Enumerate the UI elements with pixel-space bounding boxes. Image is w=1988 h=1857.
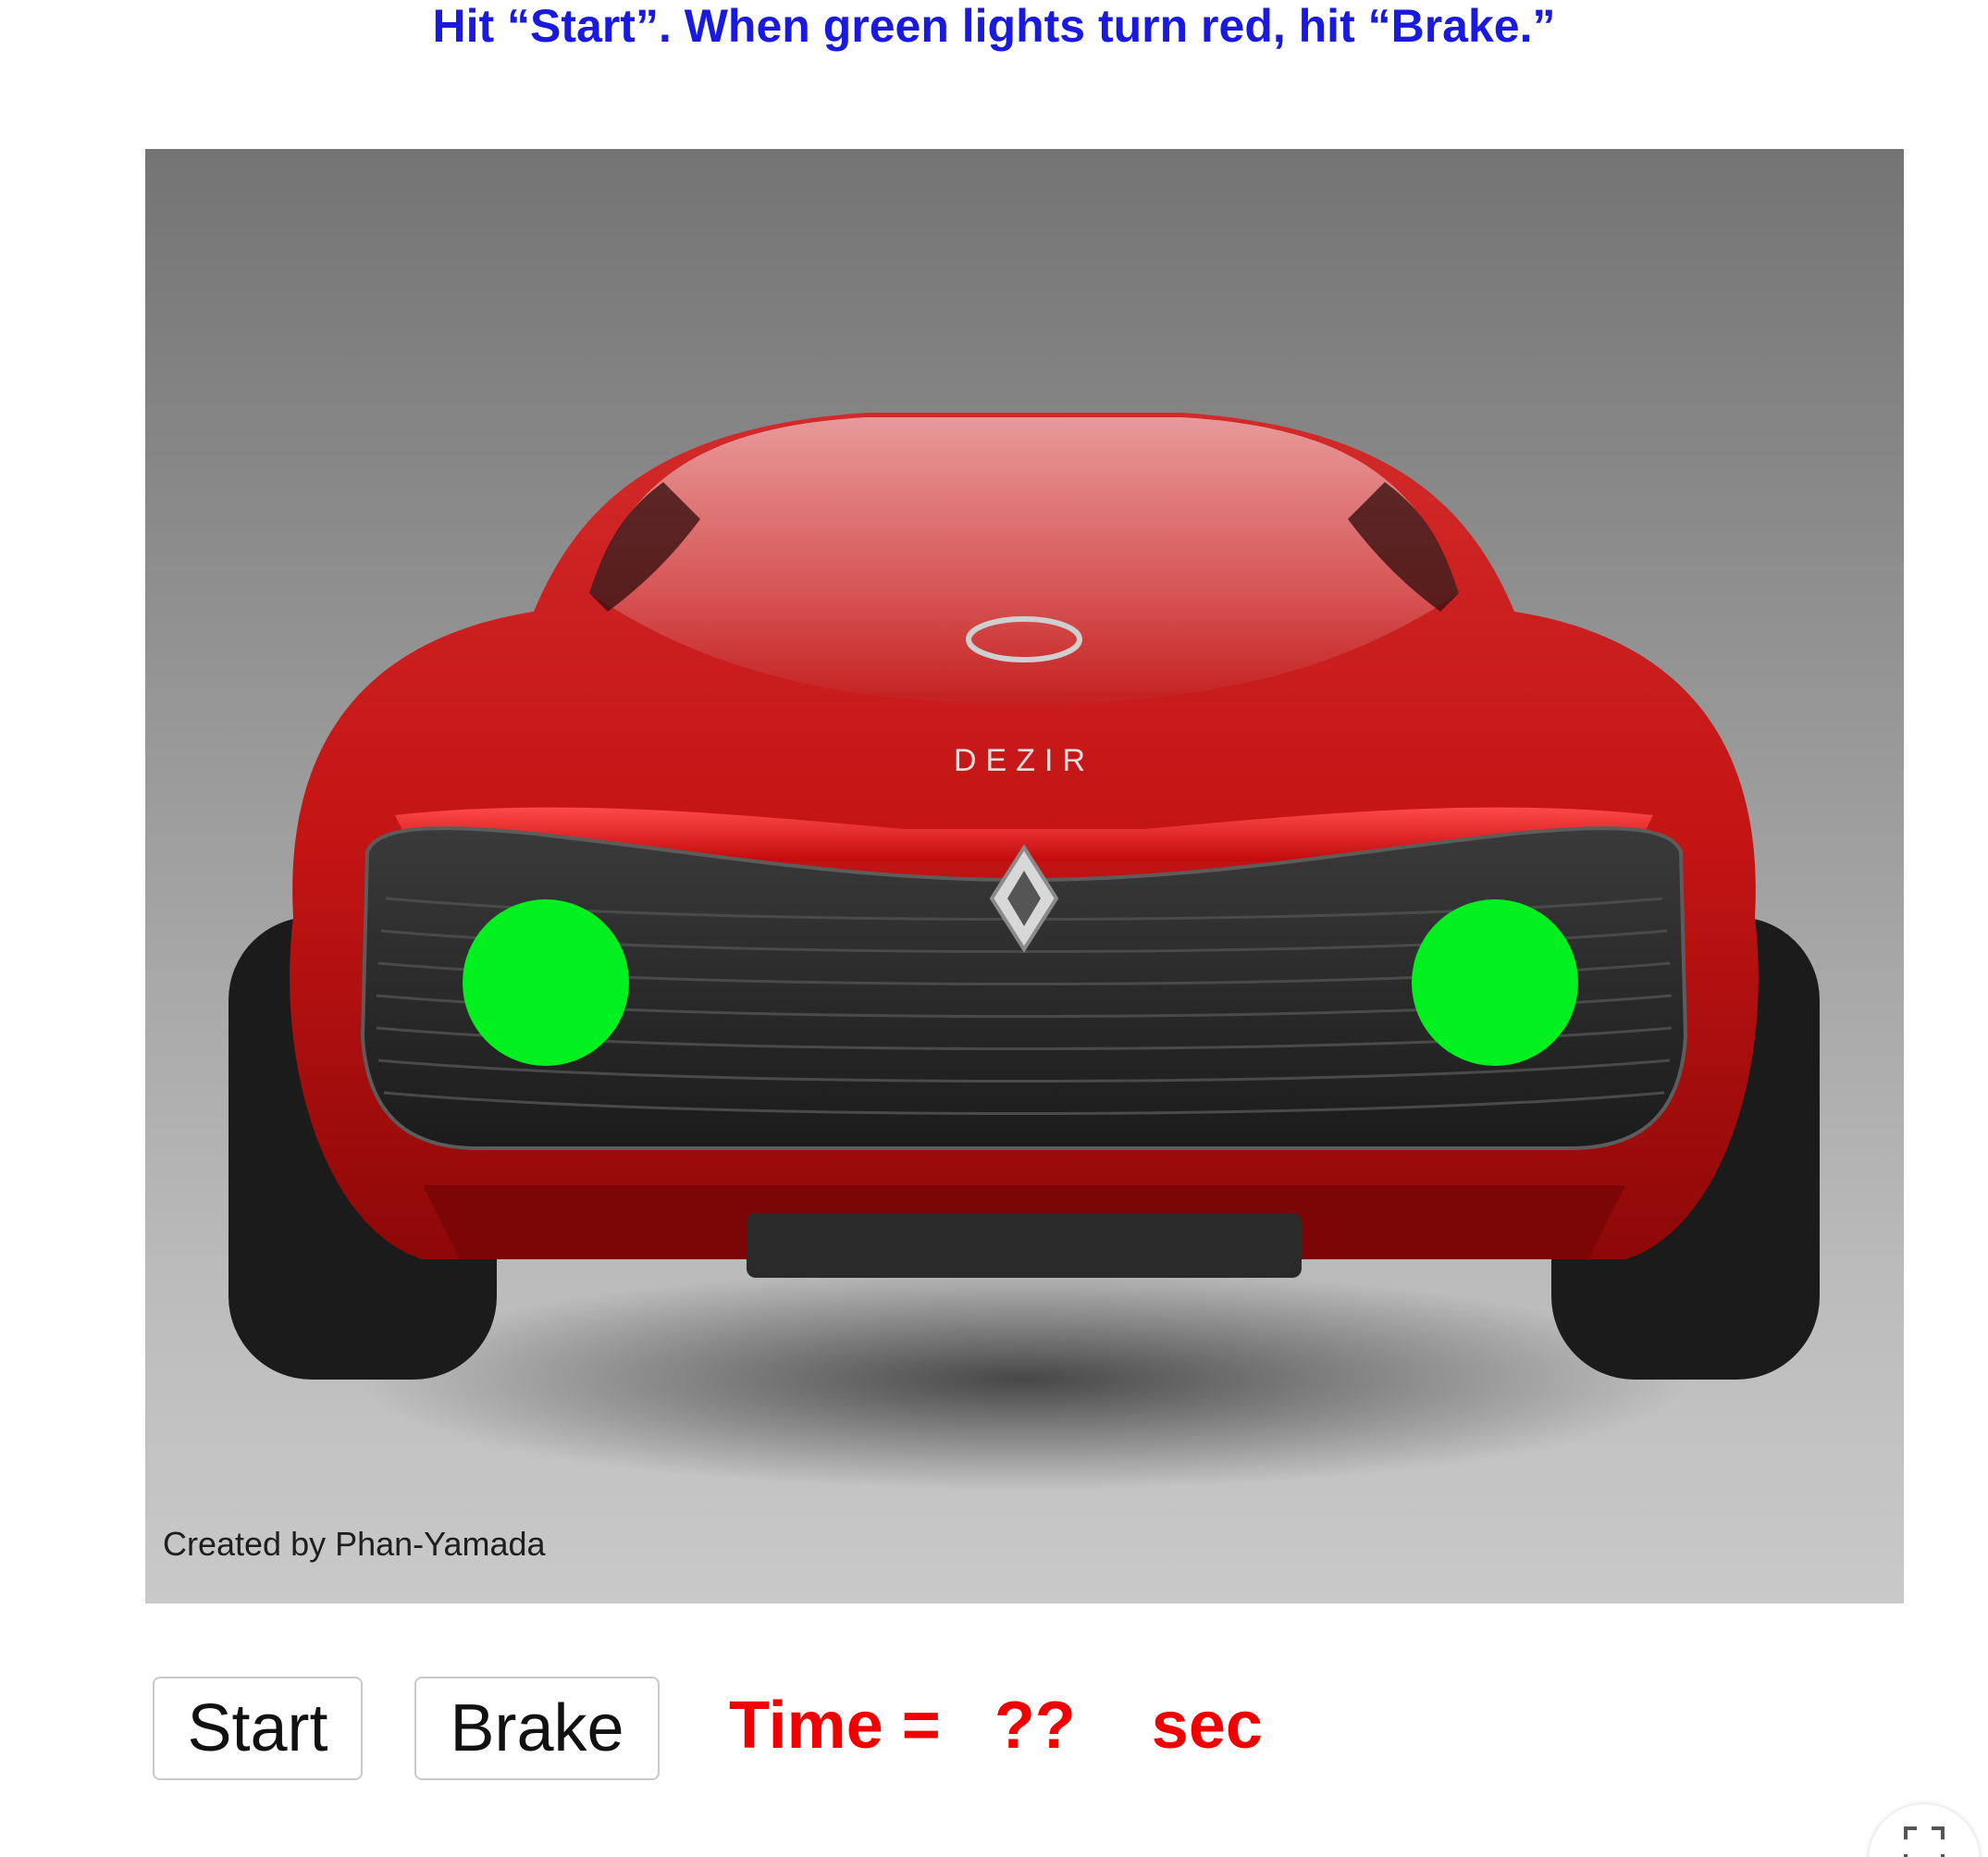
fullscreen-button[interactable]: [1869, 1804, 1980, 1857]
fullscreen-icon: [1904, 1826, 1945, 1857]
right-tail-light: [1412, 899, 1578, 1066]
time-readout: Time = ?? sec: [729, 1688, 1263, 1764]
applet-canvas: DEZIR Created by Phan-Yamada: [145, 149, 1904, 1603]
time-value: ??: [994, 1689, 1076, 1763]
start-button[interactable]: Start: [153, 1677, 363, 1780]
time-label: Time =: [729, 1689, 941, 1763]
car-image: DEZIR: [228, 413, 1820, 1491]
svg-text:DEZIR: DEZIR: [954, 743, 1094, 778]
time-unit: sec: [1151, 1689, 1263, 1763]
brake-button[interactable]: Brake: [414, 1677, 660, 1780]
credit-text: Created by Phan-Yamada: [163, 1525, 546, 1563]
instructions-text: Hit “Start”. When green lights turn red,…: [432, 0, 1556, 52]
left-tail-light: [463, 899, 629, 1066]
